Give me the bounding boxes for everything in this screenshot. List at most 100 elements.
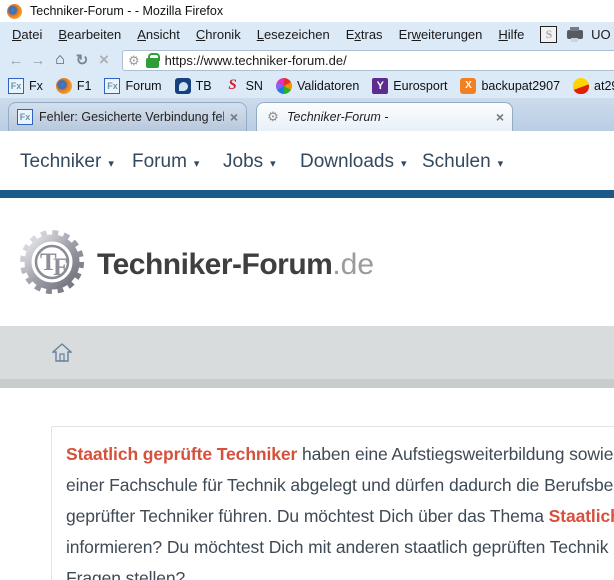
breadcrumb-bar: [0, 326, 614, 379]
paragraph-line: Fragen stellen?: [66, 563, 614, 580]
site-nav-item-jobs[interactable]: Jobs ▾: [223, 147, 276, 177]
bookmark-item-forum[interactable]: Fx Forum: [104, 78, 161, 94]
menu-item-erweiterungen[interactable]: Erweiterungen: [391, 24, 491, 45]
page-content: Techniker ▾ Forum ▾ Jobs ▾ Downloads ▾ Schulen ▾: [0, 131, 614, 580]
paragraph-line: einer Fachschule für Technik abgelegt un…: [66, 470, 614, 501]
home-button[interactable]: ⌂: [49, 49, 71, 71]
tab-title: Fehler: Gesicherte Verbindung fehlg...: [39, 110, 224, 124]
printer-top-shape: [570, 27, 579, 31]
logo-text: Techniker-Forum: [97, 248, 332, 281]
bookmark-label: Fx: [29, 79, 43, 93]
fx-favicon-icon: Fx: [17, 109, 33, 125]
print-icon[interactable]: [566, 26, 583, 43]
site-nav-label: Downloads: [300, 151, 394, 173]
bookmark-item-tb[interactable]: TB: [175, 78, 212, 94]
reload-button[interactable]: ↻: [71, 49, 93, 71]
firefox-bookmark-icon: [56, 78, 72, 94]
bookmark-item-validatoren[interactable]: Validatoren: [276, 78, 359, 94]
content-text: geprüfter Techniker führen. Du möchtest …: [66, 506, 549, 526]
bookmark-label: Forum: [125, 79, 161, 93]
fx-bookmark-icon: Fx: [104, 78, 120, 94]
site-nav-label: Schulen: [422, 151, 491, 173]
scrapbook-icon[interactable]: S: [540, 26, 557, 43]
forward-button[interactable]: →: [27, 49, 49, 71]
content-text: haben eine Aufstiegsweiterbildung sowie: [297, 444, 613, 464]
sn-bookmark-icon: S: [225, 78, 241, 94]
tab-techniker-forum[interactable]: ⚙ Techniker-Forum - ×: [256, 102, 513, 131]
bookmark-label: at2907.net: [594, 79, 614, 93]
printer-paper-shape: [571, 38, 578, 42]
ublock-origin-icon[interactable]: UO: [592, 26, 609, 43]
url-bar[interactable]: ⚙ https://www.techniker-forum.de/: [122, 50, 614, 71]
bookmark-label: F1: [77, 79, 92, 93]
chevron-down-icon: ▾: [194, 154, 200, 170]
menu-item-hilfe[interactable]: Hilfe: [490, 24, 532, 45]
paragraph-line: Staatlich geprüfte Techniker haben eine …: [66, 439, 614, 470]
ssl-lock-icon[interactable]: [146, 58, 159, 68]
tab-title: Techniker-Forum -: [287, 110, 490, 124]
content-text: informieren? Du möchtest Dich mit andere…: [66, 537, 608, 557]
chevron-down-icon: ▾: [108, 154, 114, 170]
menu-bar: DateiBearbeitenAnsichtChronikLesezeichen…: [0, 22, 614, 47]
svg-text:F: F: [53, 254, 68, 281]
tab-fehler-gesicherte-verbindung-fehlg[interactable]: Fx Fehler: Gesicherte Verbindung fehlg...…: [8, 102, 247, 131]
site-favicon-gear-icon: ⚙: [128, 54, 140, 67]
url-text[interactable]: https://www.techniker-forum.de/: [165, 53, 347, 68]
content-text: Fragen stellen?: [66, 568, 185, 580]
content-text: einer Fachschule für Technik abgelegt un…: [66, 475, 614, 495]
y-bookmark-icon: Y: [372, 78, 388, 94]
bookmark-item-sn[interactable]: S SN: [225, 78, 263, 94]
bookmark-label: Validatoren: [297, 79, 359, 93]
chevron-down-icon: ▾: [401, 154, 407, 170]
menu-item-extras[interactable]: Extras: [338, 24, 391, 45]
bookmark-item-fx[interactable]: Fx Fx: [8, 78, 43, 94]
menu-item-bearbeiten[interactable]: Bearbeiten: [50, 24, 129, 45]
duck-bookmark-icon: [573, 78, 589, 94]
menu-item-datei[interactable]: Datei: [4, 24, 50, 45]
site-nav-item-techniker[interactable]: Techniker ▾: [20, 147, 114, 177]
bookmark-item-backupat2907[interactable]: Xbackupat2907: [460, 78, 560, 94]
site-nav-divider-bar: [0, 190, 614, 198]
stop-button[interactable]: ×: [93, 49, 115, 71]
chevron-down-icon: ▾: [270, 154, 276, 170]
tb-bookmark-icon: [175, 78, 191, 94]
gear-logo-icon: T F: [16, 226, 88, 303]
paragraph-line: informieren? Du möchtest Dich mit andere…: [66, 532, 614, 563]
breadcrumb-shadow: [0, 379, 614, 388]
content-link[interactable]: Staatlich: [549, 506, 614, 526]
bookmark-item-eurosport[interactable]: Y Eurosport: [372, 78, 447, 94]
site-nav-item-downloads[interactable]: Downloads ▾: [300, 147, 407, 177]
paragraph-line: geprüfter Techniker führen. Du möchtest …: [66, 501, 614, 532]
gear-favicon-icon: ⚙: [265, 109, 281, 125]
tab-close-icon[interactable]: ×: [230, 109, 238, 125]
logo-tld: .de: [332, 248, 374, 281]
bookmarks-toolbar: Fx Fx F1 Fx Forum TB S SN Validatoren Y Eurosport X…: [0, 73, 614, 98]
chevron-down-icon: ▾: [498, 154, 504, 170]
back-button[interactable]: ←: [5, 49, 27, 71]
site-nav-label: Jobs: [223, 151, 263, 173]
firefox-logo-icon: [7, 4, 22, 19]
menu-item-lesezeichen[interactable]: Lesezeichen: [249, 24, 338, 45]
window-title: Techniker-Forum - - Mozilla Firefox: [30, 4, 223, 18]
menu-item-chronik[interactable]: Chronik: [188, 24, 249, 45]
site-nav-item-forum[interactable]: Forum ▾: [132, 147, 199, 177]
menu-item-ansicht[interactable]: Ansicht: [129, 24, 188, 45]
bookmark-item-at2907-net[interactable]: at2907.net: [573, 78, 614, 94]
bookmark-label: TB: [196, 79, 212, 93]
site-nav-label: Forum: [132, 151, 187, 173]
bookmark-label: SN: [246, 79, 263, 93]
bookmark-item-f1[interactable]: F1: [56, 78, 92, 94]
content-link[interactable]: Staatlich geprüfte Techniker: [66, 444, 297, 464]
fx-bookmark-icon: Fx: [8, 78, 24, 94]
flower-bookmark-icon: [276, 78, 292, 94]
tab-close-icon[interactable]: ×: [496, 109, 504, 125]
bookmark-label: backupat2907: [481, 79, 560, 93]
bookmark-label: Eurosport: [393, 79, 447, 93]
title-bar: Techniker-Forum - - Mozilla Firefox: [0, 0, 614, 22]
intro-text-panel: Staatlich geprüfte Techniker haben eine …: [51, 426, 614, 580]
site-logo[interactable]: T F Techniker-Forum.de: [16, 226, 374, 303]
site-nav-label: Techniker: [20, 151, 101, 173]
xampp-bookmark-icon: X: [460, 78, 476, 94]
site-nav-item-schulen[interactable]: Schulen ▾: [422, 147, 503, 177]
breadcrumb-home-icon[interactable]: [52, 343, 72, 367]
